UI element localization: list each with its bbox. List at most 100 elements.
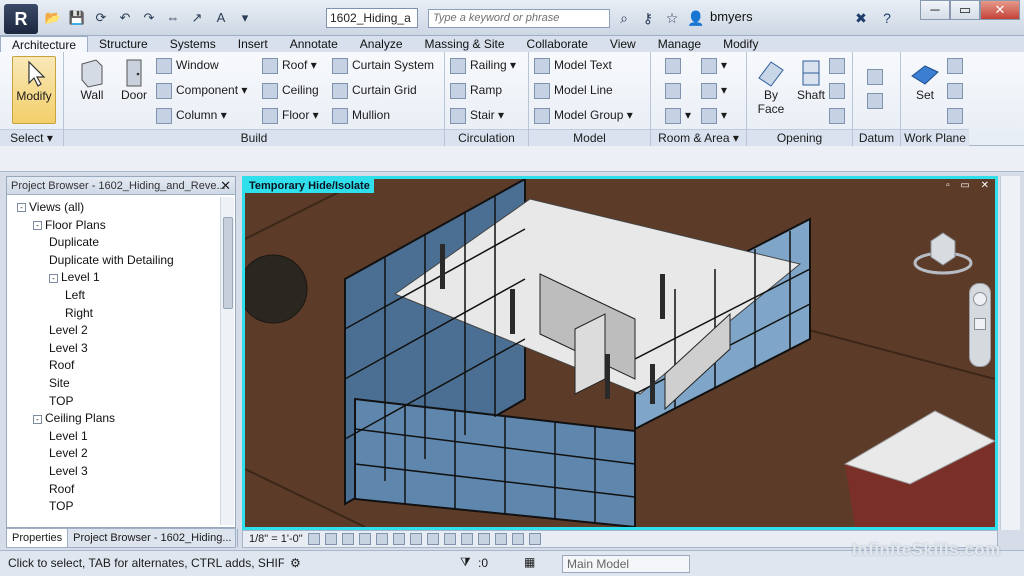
steering-wheel-icon[interactable]	[973, 292, 987, 306]
tree-item[interactable]: Site	[49, 375, 70, 392]
tree-toggle-icon[interactable]: -	[33, 414, 42, 424]
editing-requests-icon[interactable]: ▦	[524, 555, 535, 569]
binoculars-icon[interactable]: ⌕	[614, 8, 634, 28]
ramp-button[interactable]: Ramp	[450, 80, 502, 100]
tab-massing-site[interactable]: Massing & Site	[414, 36, 516, 52]
tab-annotate[interactable]: Annotate	[279, 36, 349, 52]
tab-collaborate[interactable]: Collaborate	[516, 36, 599, 52]
sun-path-icon[interactable]	[341, 533, 354, 545]
component-button[interactable]: Component ▾	[156, 80, 247, 100]
tree-item[interactable]: Duplicate	[49, 234, 99, 251]
tab-architecture[interactable]: Architecture	[0, 36, 89, 52]
user-icon[interactable]: 👤	[686, 8, 706, 28]
filter-icon[interactable]: ⧩	[460, 555, 471, 570]
workset-icon[interactable]: ⚙	[290, 556, 301, 570]
mullion-button[interactable]: Mullion	[332, 105, 390, 125]
tree-item[interactable]: Level 2	[49, 445, 88, 462]
tab-modify[interactable]: Modify	[712, 36, 769, 52]
tab-properties[interactable]: Properties	[7, 529, 69, 547]
tab-analyze[interactable]: Analyze	[349, 36, 414, 52]
maximize-button[interactable]: ▭	[950, 0, 980, 20]
3d-view[interactable]: Temporary Hide/Isolate ▫ ▭ ✕	[242, 176, 998, 530]
tree-item[interactable]: Roof	[49, 357, 74, 374]
measure-icon[interactable]: ⇔	[164, 9, 182, 27]
browser-scrollbar[interactable]	[220, 197, 234, 525]
tab-view[interactable]: View	[599, 36, 647, 52]
model-group-button[interactable]: Model Group ▾	[534, 105, 633, 125]
crop-view-icon[interactable]	[392, 533, 405, 545]
close-button[interactable]: ✕	[980, 0, 1020, 20]
wall-button[interactable]: Wall	[70, 56, 114, 124]
shaft-button[interactable]: Shaft	[789, 56, 833, 124]
minimize-button[interactable]: ─	[920, 0, 950, 20]
search-input[interactable]: Type a keyword or phrase	[428, 9, 610, 28]
constraints-icon[interactable]	[528, 533, 541, 545]
application-menu-button[interactable]: R	[4, 4, 38, 34]
design-option-select[interactable]: Main Model	[562, 555, 690, 573]
tab-structure[interactable]: Structure	[88, 36, 159, 52]
tree-item[interactable]: Roof	[49, 481, 74, 498]
user-name[interactable]: bmyers	[710, 9, 753, 24]
show-crop-icon[interactable]	[409, 533, 422, 545]
window-button[interactable]: Window	[156, 55, 219, 75]
close-icon[interactable]: ✕	[220, 178, 231, 194]
exchange-icon[interactable]: ✖	[850, 8, 872, 28]
highlight-displacement-icon[interactable]	[511, 533, 524, 545]
tree-item[interactable]: Right	[65, 305, 93, 322]
tree-item[interactable]: Level 3	[49, 463, 88, 480]
scroll-thumb[interactable]	[223, 217, 233, 309]
ref-plane-button[interactable]	[947, 80, 967, 100]
tab-systems[interactable]: Systems	[159, 36, 227, 52]
star-icon[interactable]: ☆	[662, 8, 682, 28]
tree-item[interactable]: TOP	[49, 393, 73, 410]
room-separator-button[interactable]: ▾	[701, 55, 727, 75]
navigation-bar[interactable]	[969, 283, 991, 367]
railing-button[interactable]: Railing ▾	[450, 55, 516, 75]
help-icon[interactable]: ?	[876, 8, 898, 28]
area-button[interactable]: ▾	[701, 80, 727, 100]
qat-dropdown-icon[interactable]: ▾	[236, 9, 254, 27]
lock-view-icon[interactable]	[426, 533, 439, 545]
render-icon[interactable]	[375, 533, 388, 545]
grid-button[interactable]	[867, 90, 887, 110]
tree-toggle-icon[interactable]: -	[17, 203, 26, 213]
tree-toggle-icon[interactable]: -	[33, 220, 42, 230]
dormer-opening-button[interactable]	[829, 105, 849, 125]
tab-manage[interactable]: Manage	[647, 36, 712, 52]
view-scale[interactable]: 1/8" = 1'-0"	[249, 533, 303, 545]
set-work-plane-button[interactable]: Set	[903, 56, 947, 124]
tree-item[interactable]: Left	[65, 287, 85, 304]
ceiling-button[interactable]: Ceiling	[262, 80, 319, 100]
tag-room-button[interactable]	[665, 80, 685, 100]
viewcube-icon[interactable]	[913, 223, 973, 279]
viewer-button[interactable]	[947, 105, 967, 125]
tree-item[interactable]: Duplicate with Detailing	[49, 252, 174, 269]
tree-item[interactable]: Level 2	[49, 322, 88, 339]
tree-item[interactable]: - Ceiling Plans	[33, 410, 115, 427]
level-button[interactable]	[867, 66, 887, 86]
reveal-hidden-icon[interactable]	[460, 533, 473, 545]
show-work-plane-button[interactable]	[947, 55, 967, 75]
by-face-button[interactable]: By Face	[749, 56, 793, 124]
wall-opening-button[interactable]	[829, 55, 849, 75]
zoom-icon[interactable]	[974, 318, 986, 330]
tree-item[interactable]: - Level 1	[49, 269, 100, 286]
analytical-model-icon[interactable]	[494, 533, 507, 545]
door-button[interactable]: Door	[112, 56, 156, 124]
tab-insert[interactable]: Insert	[227, 36, 279, 52]
curtain-system-button[interactable]: Curtain System	[332, 55, 434, 75]
select-panel-title[interactable]: Select ▾	[0, 129, 63, 146]
shadows-icon[interactable]	[358, 533, 371, 545]
model-text-button[interactable]: Model Text	[534, 55, 612, 75]
curtain-grid-button[interactable]: Curtain Grid	[332, 80, 417, 100]
tree-item[interactable]: Level 1	[49, 428, 88, 445]
tree-item[interactable]: - Floor Plans	[33, 217, 106, 234]
tree-item[interactable]: TOP	[49, 498, 73, 515]
save-icon[interactable]: 💾	[68, 9, 86, 27]
floor-button[interactable]: Floor ▾	[262, 105, 319, 125]
roof-button[interactable]: Roof ▾	[262, 55, 317, 75]
view-window-controls[interactable]: ▫ ▭ ✕	[946, 180, 993, 191]
redo-icon[interactable]: ↷	[140, 9, 158, 27]
column-button[interactable]: Column ▾	[156, 105, 227, 125]
tree-item[interactable]: - Views (all)	[17, 199, 84, 216]
